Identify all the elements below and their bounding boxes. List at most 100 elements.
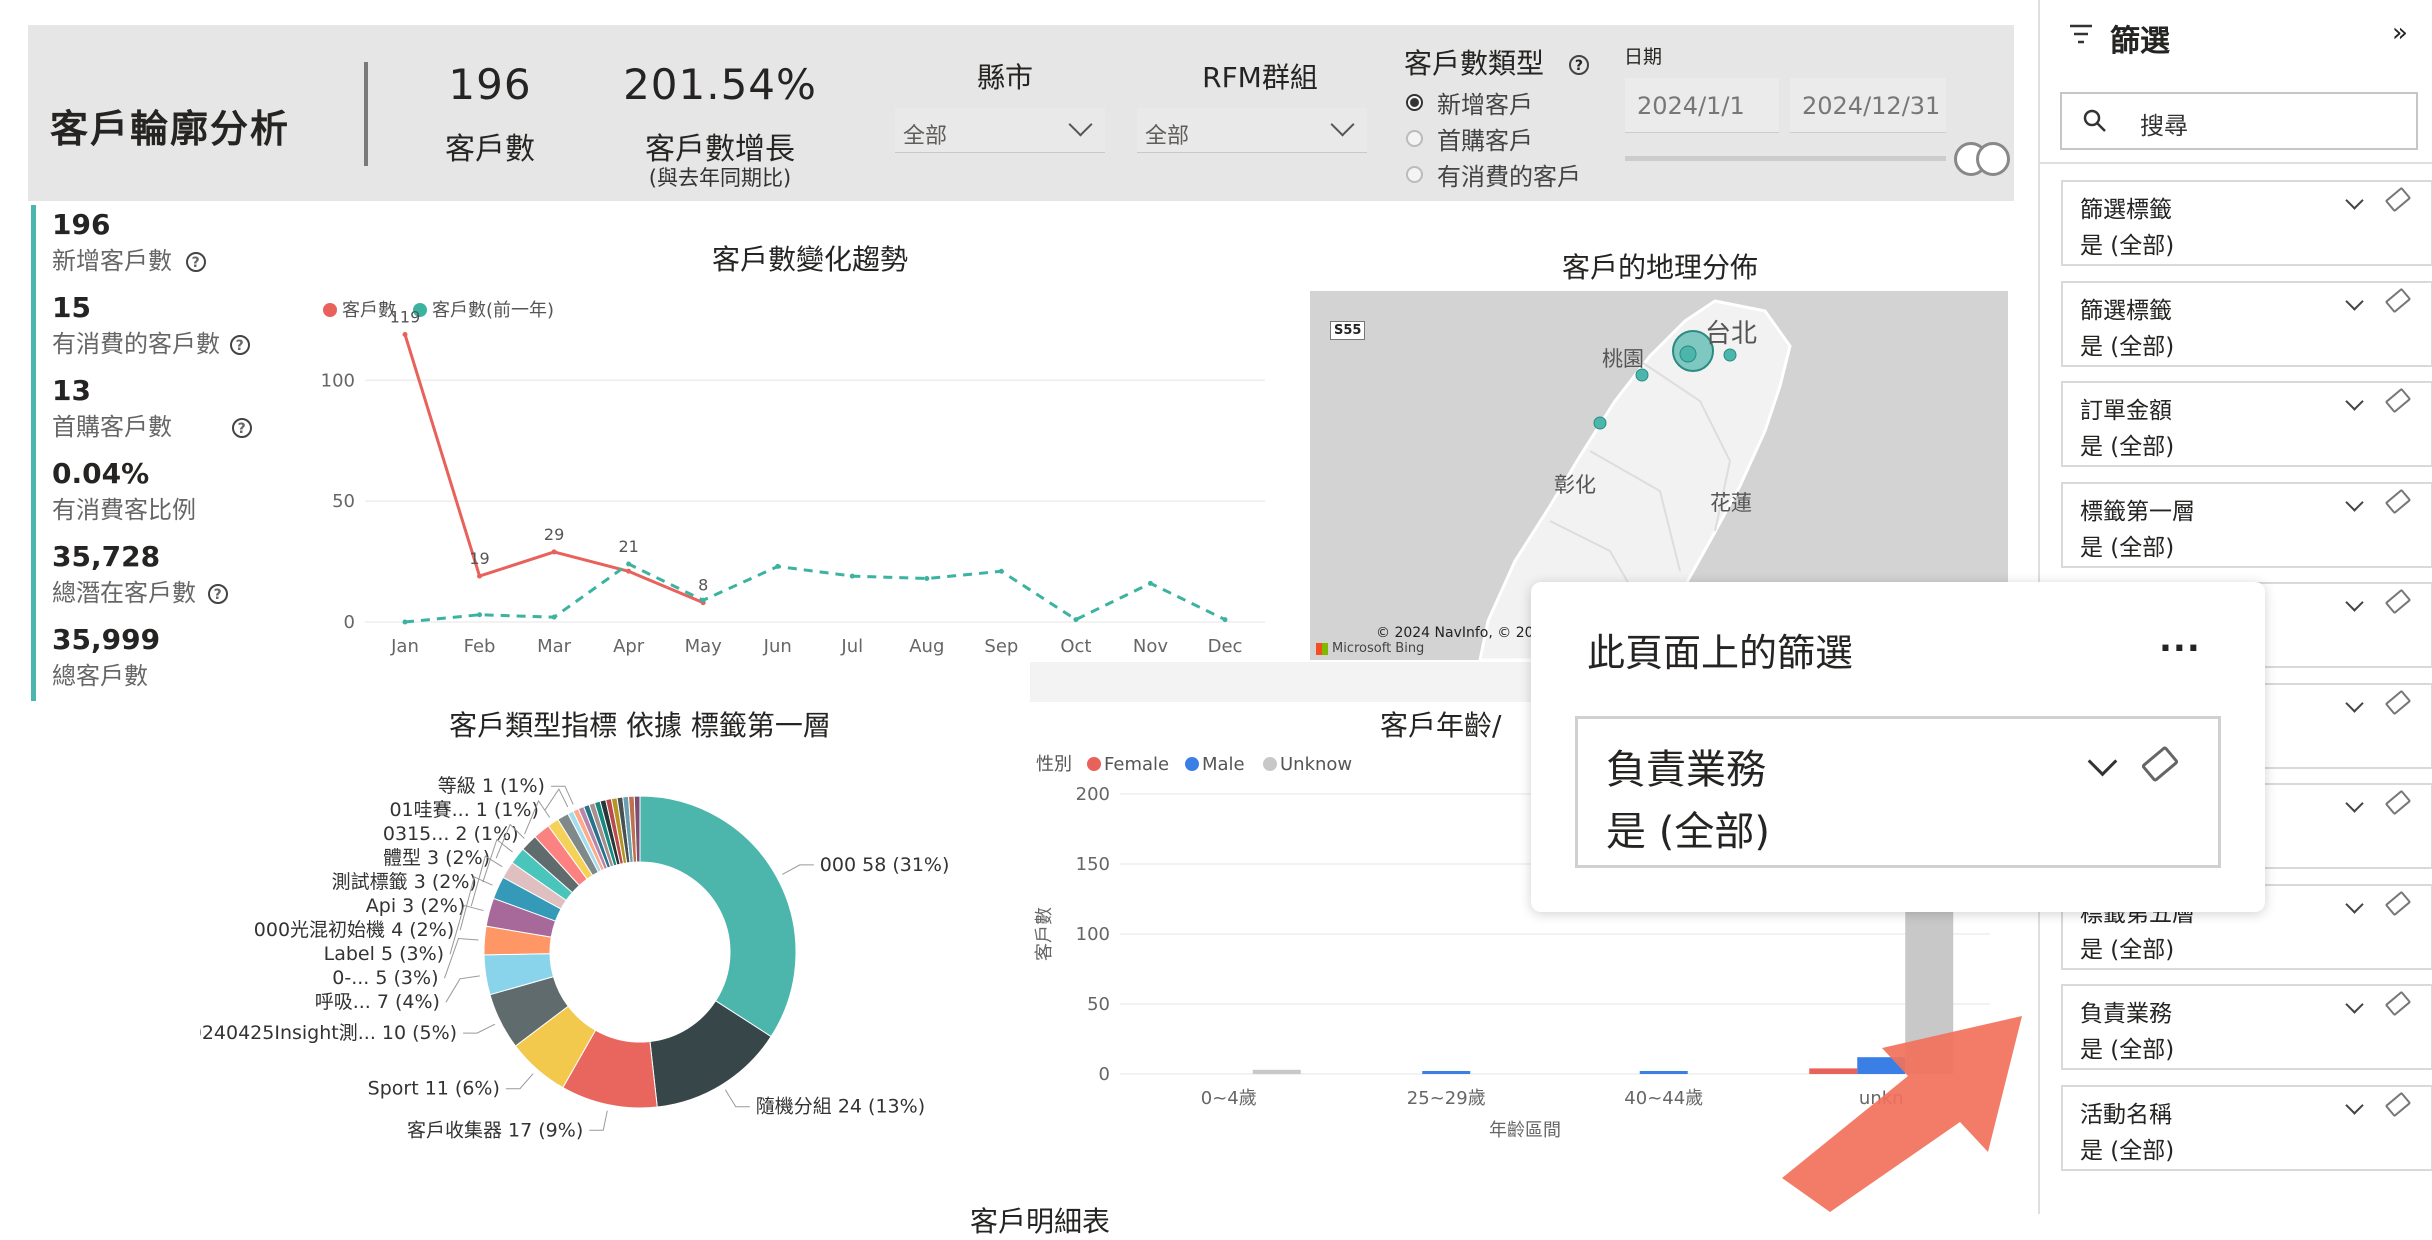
leader-line <box>544 788 569 811</box>
map-bubble-hsinchu[interactable] <box>1593 416 1607 430</box>
kpi-new-customers: 196 新增客戶數 ? <box>52 208 252 291</box>
data-point <box>626 568 632 574</box>
slice-label: 0315... 2 (1%) <box>383 823 519 845</box>
help-icon[interactable]: ? <box>185 252 206 272</box>
donut-chart[interactable]: 000 58 (31%) 隨機分組 24 (13%) 等級 1 (1%)01哇賽..… <box>200 740 1000 1160</box>
eraser-icon[interactable] <box>2384 789 2412 816</box>
map-label-taipei: 台北 <box>1705 319 1758 349</box>
filter-card[interactable]: 活動名稱是 (全部) <box>2061 1085 2432 1171</box>
x-tick-label: 25~29歲 <box>1407 1088 1486 1109</box>
pane-divider <box>2040 162 2432 164</box>
collapse-pane-icon[interactable]: » <box>2392 18 2408 48</box>
kpi-potential-customers: 35,728 總潛在客戶數 ? <box>52 540 252 623</box>
map-bubble-taipei-inner[interactable] <box>1679 345 1697 363</box>
eraser-icon[interactable] <box>2384 186 2412 213</box>
city-dropdown[interactable]: 全部 <box>895 108 1105 153</box>
popup-filter-card[interactable]: 負責業務 是 (全部) <box>1575 716 2221 868</box>
chevron-down-icon[interactable] <box>2345 895 2364 914</box>
eraser-icon[interactable] <box>2384 890 2412 917</box>
help-icon[interactable]: ? <box>207 584 228 604</box>
filter-card-sales-rep[interactable]: 負責業務是 (全部) <box>2061 984 2432 1070</box>
slice-label: 01哇賽... 1 (1%) <box>389 799 538 821</box>
eraser-icon[interactable] <box>2384 387 2412 414</box>
leader-line <box>782 864 814 875</box>
eraser-icon[interactable] <box>2140 745 2180 783</box>
y-axis-label: 客戶數 <box>1034 907 1055 961</box>
more-options-icon[interactable]: ... <box>2159 620 2201 660</box>
leader-line <box>589 1110 608 1131</box>
chevron-down-icon[interactable] <box>2345 493 2364 512</box>
microsoft-logo-icon <box>1316 642 1328 655</box>
slice-label: Label 5 (3%) <box>324 943 444 965</box>
header-divider <box>364 62 368 166</box>
chevron-down-icon[interactable] <box>2345 392 2364 411</box>
date-end-input[interactable]: 2024/12/31 <box>1790 78 1946 133</box>
radio-spending-customer[interactable]: 有消費的客戶 <box>1406 156 1581 192</box>
chevron-down-icon[interactable] <box>2345 191 2364 210</box>
eraser-icon[interactable] <box>2384 588 2412 615</box>
rfm-dropdown[interactable]: 全部 <box>1137 108 1367 153</box>
filter-card[interactable]: 標籤第一層是 (全部) <box>2061 482 2432 568</box>
radio-new-customer[interactable]: 新增客戶 <box>1406 84 1581 120</box>
popup-filter-name: 負責業務 <box>1606 747 1766 793</box>
chevron-down-icon <box>1068 112 1093 137</box>
filter-card[interactable]: 篩選標籤是 (全部) <box>2061 281 2432 367</box>
kpi-growth-value: 201.54% <box>623 60 817 109</box>
slice-label: 客戶收集器 17 (9%) <box>407 1119 583 1141</box>
chevron-down-icon[interactable] <box>2345 995 2364 1014</box>
help-icon[interactable]: ? <box>231 418 252 438</box>
legend-label: Unknow <box>1280 754 1352 775</box>
kpi-growth-sub: (與去年同期比) <box>648 166 792 190</box>
data-label: 8 <box>698 576 708 595</box>
bar <box>1252 1069 1301 1074</box>
x-tick-label: Mar <box>537 636 572 657</box>
highlight-arrow-icon <box>1782 1016 2022 1212</box>
slice-label: 呼吸... 7 (4%) <box>315 991 440 1013</box>
chevron-down-icon[interactable] <box>2345 292 2364 311</box>
chevron-down-icon[interactable] <box>2345 593 2364 612</box>
chevron-down-icon[interactable] <box>2345 794 2364 813</box>
date-start-input[interactable]: 2024/1/1 <box>1625 78 1779 133</box>
eraser-icon[interactable] <box>2384 488 2412 515</box>
search-icon <box>2083 109 2106 132</box>
chevron-down-icon[interactable] <box>2345 1096 2364 1115</box>
popup-title: 此頁面上的篩選 <box>1587 631 1854 675</box>
eraser-icon[interactable] <box>2384 990 2412 1017</box>
eraser-icon[interactable] <box>2384 287 2412 314</box>
help-icon[interactable]: ? <box>1568 55 1589 75</box>
data-point <box>1073 617 1079 623</box>
slice-label: 000光混初始機 4 (2%) <box>254 919 454 941</box>
eraser-icon[interactable] <box>2384 1091 2412 1118</box>
filter-card[interactable]: 篩選標籤是 (全部) <box>2061 180 2432 266</box>
eraser-icon[interactable] <box>2384 689 2412 716</box>
data-point <box>551 549 557 555</box>
data-point <box>1147 580 1153 586</box>
filter-search-input[interactable]: 搜尋 <box>2060 92 2418 150</box>
radio-first-purchase[interactable]: 首購客戶 <box>1406 120 1581 156</box>
y-tick-label: 100 <box>1076 924 1110 945</box>
x-tick-label: 40~44歲 <box>1624 1088 1703 1109</box>
radio-icon <box>1406 165 1423 183</box>
map-title: 客戶的地理分佈 <box>1561 251 1758 284</box>
slice-label: 測試標籤 3 (2%) <box>332 871 477 893</box>
legend-marker <box>1185 757 1199 771</box>
data-label: 19 <box>469 549 489 568</box>
legend-label: 客戶數 <box>342 300 396 321</box>
y-tick-label: 50 <box>332 491 355 512</box>
help-icon[interactable]: ? <box>229 335 250 355</box>
left-kpi-list: 196 新增客戶數 ? 15 有消費的客戶數 ? 13 首購客戶數 ? 0.04… <box>52 208 252 706</box>
map-brand: Microsoft Bing <box>1316 641 1424 656</box>
map-bubble-keelung[interactable] <box>1723 348 1737 362</box>
x-tick-label: Jul <box>840 636 863 657</box>
trend-line-chart[interactable]: 客戶數 客戶數(前一年) 0 50 100 Jan Feb Mar Apr May Jun Jul Au… <box>300 280 1300 660</box>
filter-pane-title: 篩選 <box>2110 24 2170 59</box>
date-range-track[interactable] <box>1625 156 1946 161</box>
date-end-handle[interactable] <box>1976 142 2010 176</box>
chevron-down-icon[interactable] <box>2345 694 2364 713</box>
bar <box>1639 1071 1688 1074</box>
chevron-down-icon[interactable] <box>2087 746 2118 777</box>
date-slicer-title: 日期 <box>1624 46 1663 68</box>
kpi-spending-ratio: 0.04% 有消費客比例 <box>52 457 196 524</box>
filter-card[interactable]: 訂單金額是 (全部) <box>2061 381 2432 467</box>
legend-label: 客戶數(前一年) <box>432 300 554 321</box>
